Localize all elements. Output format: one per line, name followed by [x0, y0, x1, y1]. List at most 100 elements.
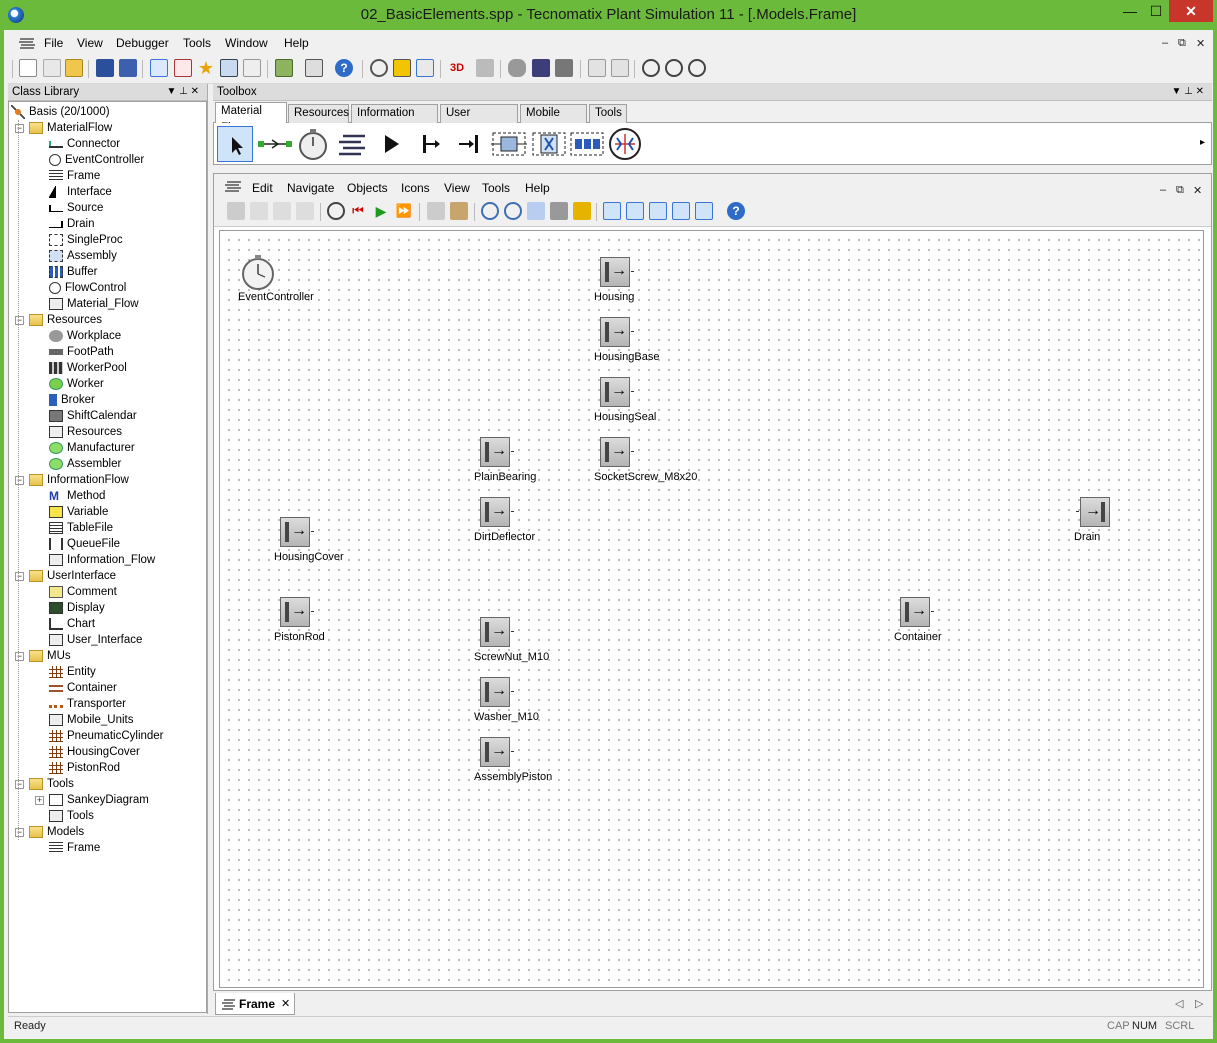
reset-icon[interactable]: ⏮ [349, 202, 367, 220]
tree-item[interactable]: SingleProc [49, 232, 123, 248]
source-object[interactable]: → PistonRod [274, 597, 325, 643]
find-icon[interactable] [227, 202, 245, 220]
source-object[interactable]: → ScrewNut_M10 [474, 617, 549, 663]
comment-view-icon[interactable] [649, 202, 667, 220]
frame-canvas[interactable]: EventController → Housing → HousingBase → Hous… [219, 230, 1204, 988]
source-tool-icon[interactable] [413, 126, 449, 162]
connector-view-icon[interactable] [626, 202, 644, 220]
debug-settings-icon[interactable] [555, 59, 573, 77]
timer-reset-icon[interactable] [688, 59, 706, 77]
broom-icon[interactable] [450, 202, 468, 220]
dialog-icon[interactable] [588, 59, 606, 77]
tree-item[interactable]: Display [49, 600, 105, 616]
zoom-fit-icon[interactable] [527, 202, 545, 220]
tab-user-interface[interactable]: User Interface [440, 104, 518, 136]
frame-tool-icon[interactable] [335, 126, 371, 162]
frame-menu-edit[interactable]: Edit [252, 181, 273, 195]
source-object[interactable]: → Washer_M10 [474, 677, 539, 723]
frame-menu-help[interactable]: Help [525, 181, 550, 195]
grid-icon[interactable] [672, 202, 690, 220]
frame-menu-view[interactable]: View [444, 181, 470, 195]
frame-menu-icons[interactable]: Icons [401, 181, 430, 195]
source-object[interactable]: → Container [894, 597, 942, 643]
tree-item[interactable]: Tools [49, 808, 94, 824]
tree-folder[interactable]: Resources [29, 312, 102, 328]
tree-item[interactable]: Comment [49, 584, 117, 600]
animation-icon[interactable] [393, 59, 411, 77]
model-icon[interactable] [416, 59, 434, 77]
tree-item[interactable]: Variable [49, 504, 108, 520]
tree-item[interactable]: Broker [49, 392, 95, 408]
save-all-icon[interactable] [119, 59, 137, 77]
tree-root[interactable]: Basis (20/1000) [11, 104, 110, 120]
tree-item[interactable]: Interface [49, 184, 112, 200]
screenshot-icon[interactable] [550, 202, 568, 220]
tree-item[interactable]: QueueFile [49, 536, 120, 552]
tree-item[interactable]: Container [49, 680, 117, 696]
tree-item[interactable]: Information_Flow [49, 552, 155, 568]
minimize-button[interactable]: — [1117, 0, 1143, 22]
delete-icon[interactable] [427, 202, 445, 220]
console-icon[interactable] [220, 59, 238, 77]
eventcontroller-icon[interactable] [370, 59, 388, 77]
mdi-minimize-button[interactable]: – [1162, 37, 1168, 49]
source-object[interactable]: → PlainBearing [474, 437, 536, 483]
open-location-icon[interactable] [250, 202, 268, 220]
close-tab-icon[interactable]: ✕ [281, 997, 290, 1010]
expand-icon[interactable]: + [35, 796, 44, 805]
tree-item[interactable]: Worker [49, 376, 104, 392]
tree-item[interactable]: Manufacturer [49, 440, 135, 456]
tree-item[interactable]: Frame [49, 840, 100, 856]
close-button[interactable]: ✕ [1169, 0, 1213, 22]
tab-material-flow[interactable]: Material Flow [215, 102, 287, 134]
drain-tool-icon[interactable] [451, 126, 487, 162]
help-icon[interactable]: ? [335, 59, 353, 77]
collapse-icon[interactable]: − [15, 572, 24, 581]
save-icon[interactable] [96, 59, 114, 77]
collapse-icon[interactable]: − [15, 652, 24, 661]
tree-item[interactable]: Connector [49, 136, 120, 152]
tree-folder[interactable]: MaterialFlow [29, 120, 112, 136]
tab-scroll-left-icon[interactable]: ◁ [1175, 997, 1183, 1010]
tree-item[interactable]: TableFile [49, 520, 113, 536]
drain-object[interactable]: → Drain [1074, 497, 1110, 543]
tree-item[interactable]: User_Interface [49, 632, 142, 648]
tree-item[interactable]: Material_Flow [49, 296, 139, 312]
pencil-icon[interactable] [573, 202, 591, 220]
tree-item[interactable]: Workplace [49, 328, 121, 344]
tree-item[interactable]: Assembler [49, 456, 121, 472]
3d-icon[interactable]: 3D [450, 59, 474, 77]
tree-item[interactable]: Frame [49, 168, 100, 184]
eventcontroller-tool-icon[interactable] [295, 126, 331, 162]
collapse-icon[interactable]: − [15, 124, 24, 133]
tree-item[interactable]: PneumaticCylinder [49, 728, 164, 744]
new-file-icon[interactable] [19, 59, 37, 77]
tree-item[interactable]: Transporter [49, 696, 126, 712]
buffer-tool-icon[interactable] [569, 126, 605, 162]
tree-item[interactable]: Drain [49, 216, 94, 232]
interface-tool-icon[interactable] [373, 126, 409, 162]
collapse-icon[interactable]: − [15, 780, 24, 789]
eventcontroller-object[interactable]: EventController [238, 253, 314, 303]
tab-scroll-right-icon[interactable]: ▷ [1195, 997, 1203, 1010]
frame-menu-navigate[interactable]: Navigate [287, 181, 334, 195]
snap-icon[interactable] [695, 202, 713, 220]
menu-help[interactable]: Help [284, 36, 309, 50]
window-icon[interactable] [305, 59, 323, 77]
tab-mobile-units[interactable]: Mobile Units [520, 104, 587, 136]
toolbox-scroll-right[interactable]: ▸ [1200, 137, 1205, 148]
mdi-close-button[interactable]: ✕ [1196, 37, 1205, 50]
frame-menu-tools[interactable]: Tools [482, 181, 510, 195]
frame-restore-button[interactable]: ⧉ [1176, 184, 1184, 197]
frame-close-button[interactable]: ✕ [1193, 184, 1202, 197]
menu-tools[interactable]: Tools [183, 36, 211, 50]
tree-item[interactable]: FootPath [49, 344, 114, 360]
tab-resources[interactable]: Resources [288, 104, 349, 123]
collapse-icon[interactable]: − [15, 828, 24, 837]
timer-start-icon[interactable] [642, 59, 660, 77]
pointer-tool-icon[interactable] [217, 126, 253, 162]
help-icon[interactable]: ? [727, 202, 745, 220]
menu-window[interactable]: Window [225, 36, 268, 50]
new-folder-icon[interactable] [43, 59, 61, 77]
menu-file[interactable]: File [44, 36, 63, 50]
